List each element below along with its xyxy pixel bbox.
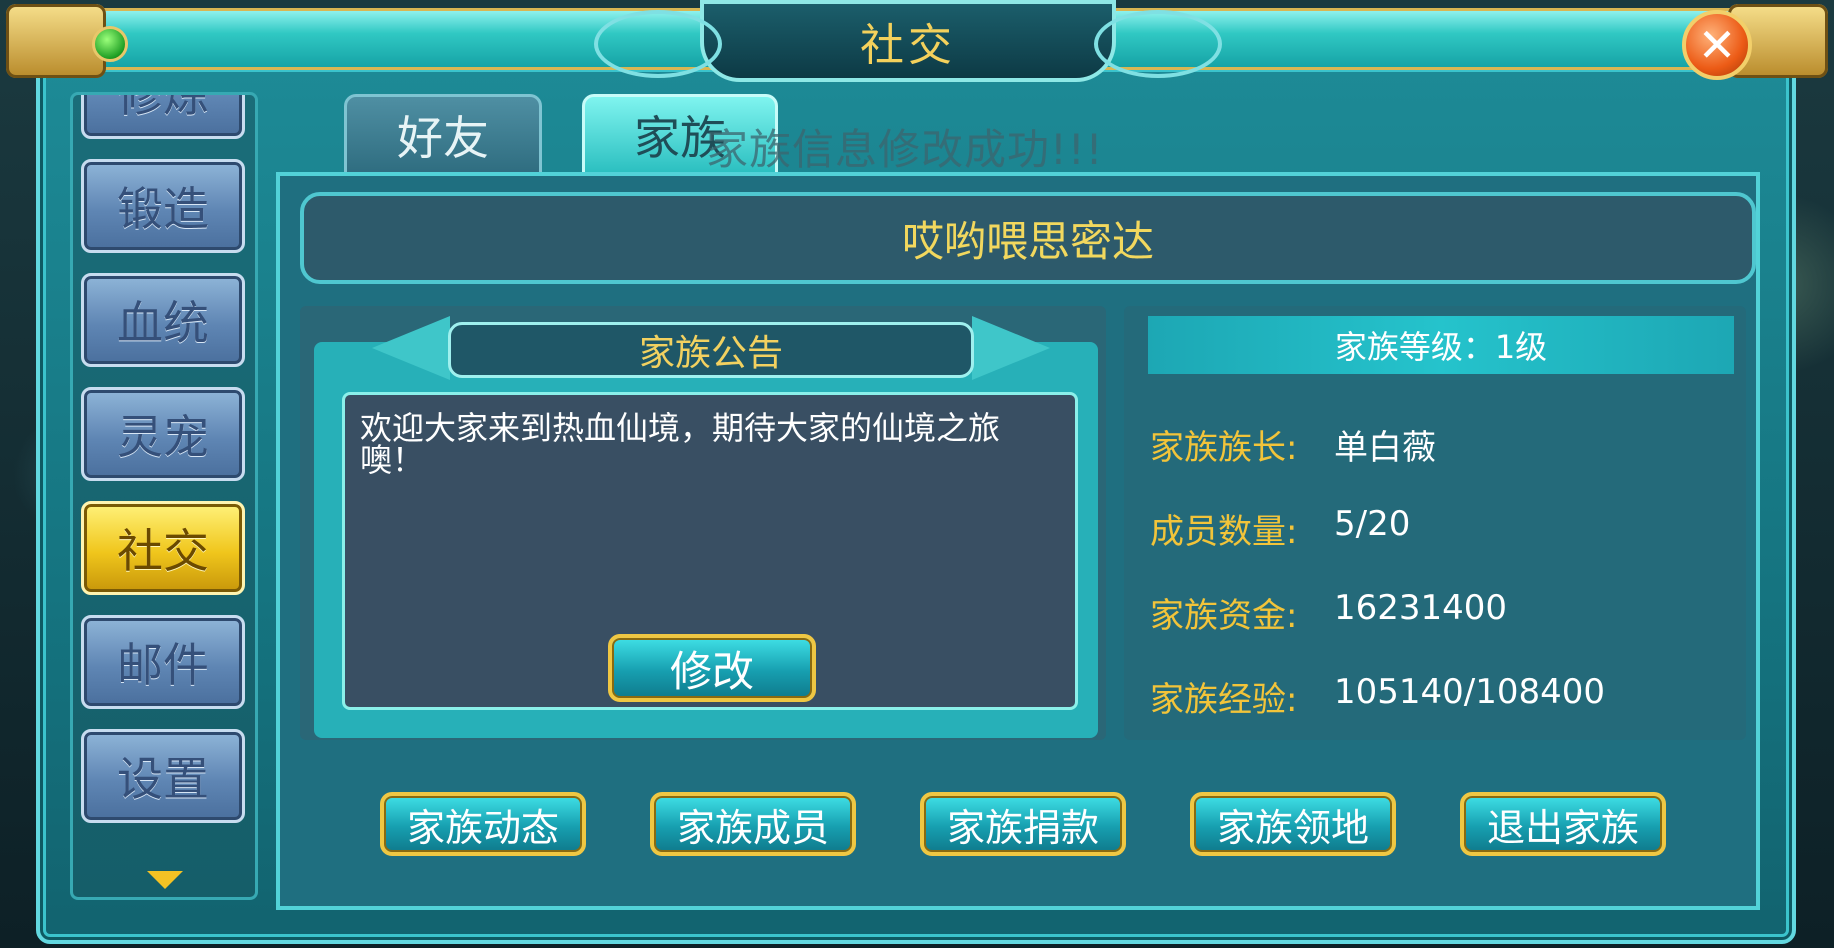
sidebar-item-forge[interactable]: 锻造 [81, 159, 245, 253]
notice-left-ornament [372, 316, 450, 380]
notice-title: 家族公告 [638, 333, 783, 374]
family-members-button[interactable]: 家族成员 [650, 792, 856, 856]
green-gem-icon [92, 26, 128, 62]
sidebar-item-mail[interactable]: 邮件 [81, 615, 245, 709]
sidebar-item-pet[interactable]: 灵宠 [81, 387, 245, 481]
success-toast: 家族信息修改成功!!! [706, 125, 1104, 174]
window-title: 社交 [860, 20, 956, 71]
notice-right-ornament [972, 316, 1050, 380]
family-name-banner: 哎哟喂思密达 [300, 192, 1756, 284]
title-bar-left-ornament [6, 4, 106, 78]
family-name: 哎哟喂思密达 [901, 216, 1154, 266]
title-plaque: 社交 [594, 0, 1222, 82]
sidebar-item-bloodline[interactable]: 血统 [81, 273, 245, 367]
family-donate-button[interactable]: 家族捐款 [920, 792, 1126, 856]
notice-header: 家族公告 [448, 322, 974, 378]
sidebar-item-settings[interactable]: 设置 [81, 729, 245, 823]
family-level-bar: 家族等级：1级 [1148, 316, 1734, 374]
leave-family-button[interactable]: 退出家族 [1460, 792, 1666, 856]
scroll-down-arrow-icon[interactable] [147, 871, 183, 889]
sidebar-item-partial[interactable]: 修炼 [81, 95, 245, 139]
family-level: 家族等级：1级 [1334, 328, 1548, 366]
family-territory-button[interactable]: 家族领地 [1190, 792, 1396, 856]
tab-friends[interactable]: 好友 [344, 94, 542, 176]
notice-text: 欢迎大家来到热血仙境，期待大家的仙境之旅噢！ [360, 409, 1001, 479]
edit-notice-button[interactable]: 修改 [608, 634, 816, 702]
sidebar-item-social[interactable]: 社交 [81, 501, 245, 595]
close-button[interactable]: ✕ [1682, 10, 1752, 80]
sidebar[interactable]: 修炼 锻造 血统 灵宠 社交 邮件 设置 [70, 92, 258, 900]
close-icon: ✕ [1697, 18, 1737, 72]
family-news-button[interactable]: 家族动态 [380, 792, 586, 856]
